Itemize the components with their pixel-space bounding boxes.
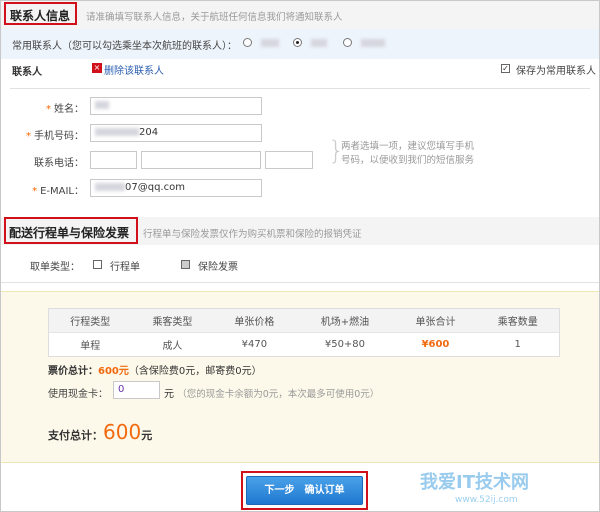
cash-card-input[interactable]: 0 <box>113 381 160 399</box>
contact-hint: 请准确填写联系人信息，关于航班任何信息我们将通知联系人 <box>86 12 343 23</box>
cell-passenger-type: 成人 <box>162 341 183 352</box>
col-trip-type: 行程类型 <box>70 317 111 328</box>
cell-subtotal: ¥600 <box>421 339 450 350</box>
frequent-contact-name-1 <box>261 39 279 47</box>
frequent-contact-name-3 <box>361 39 385 47</box>
ticket-total: 票价总计：600元（含保险费0元，邮寄费0元） <box>48 366 262 377</box>
watermark-name: 我爱IT技术网 <box>420 472 529 493</box>
col-unit-price: 单张价格 <box>234 317 275 328</box>
next-confirm-order-button[interactable]: 下一步 确认订单 <box>246 476 363 505</box>
mobile-input[interactable]: 204 <box>90 124 262 142</box>
col-passenger-count: 乘客数量 <box>497 317 538 328</box>
cell-passenger-count: 1 <box>514 339 521 350</box>
cell-unit-price: ¥470 <box>241 339 268 350</box>
frequent-contact-radio-1[interactable] <box>243 38 252 47</box>
frequent-contact-radio-2[interactable] <box>293 38 302 47</box>
phone-label: 联系电话： <box>34 158 84 169</box>
watermark-url: www.52ij.com <box>455 495 518 505</box>
frequent-contact-radio-3[interactable] <box>343 38 352 47</box>
cell-trip-type: 单程 <box>80 341 101 352</box>
delivery-title: 配送行程单与保险发票 <box>9 226 130 240</box>
frequent-contact-name-2 <box>311 39 327 47</box>
cash-card-label: 使用现金卡： <box>48 389 108 400</box>
divider <box>10 88 590 89</box>
itinerary-checkbox[interactable] <box>93 260 102 269</box>
frequent-contacts-label: 常用联系人（您可以勾选乘坐本次航班的联系人）： <box>12 41 237 52</box>
cell-tax-fuel: ¥50+80 <box>324 339 366 350</box>
phone-number-input[interactable] <box>141 151 261 169</box>
mobile-label: * 手机号码： <box>26 131 84 142</box>
col-passenger-type: 乘客类型 <box>152 317 193 328</box>
phone-area-input[interactable] <box>90 151 137 169</box>
delete-icon[interactable]: × <box>92 63 102 73</box>
name-input[interactable] <box>90 97 262 115</box>
col-subtotal: 单张合计 <box>415 317 456 328</box>
save-contact-checkbox[interactable]: ✓ <box>501 64 510 73</box>
save-contact-label: 保存为常用联系人 <box>516 66 596 77</box>
name-label: * 姓名： <box>46 104 84 115</box>
pay-total: 支付总计：600元 <box>48 420 153 444</box>
contact-label: 联系人 <box>12 67 42 78</box>
contact-tip: 两者选填一项，建议您填写手机 号码，以便收到我们的短信服务 <box>341 141 475 166</box>
insurance-invoice-label: 保险发票 <box>198 262 238 273</box>
itinerary-label: 行程单 <box>110 262 140 273</box>
divider <box>1 282 599 283</box>
delete-contact-link[interactable]: 删除该联系人 <box>104 62 164 77</box>
col-tax-fuel: 机场+燃油 <box>320 317 370 328</box>
cash-card-note: 元 （您的现金卡余额为0元，本次最多可使用0元） <box>164 389 380 400</box>
contact-title: 联系人信息 <box>10 9 71 23</box>
price-table: 行程类型 乘客类型 单张价格 机场+燃油 单张合计 乘客数量 单程 成人 ¥47… <box>48 308 560 357</box>
insurance-invoice-checkbox[interactable] <box>181 260 190 269</box>
table-row: 单程 成人 ¥470 ¥50+80 ¥600 1 <box>48 332 560 357</box>
price-table-header: 行程类型 乘客类型 单张价格 机场+燃油 单张合计 乘客数量 <box>48 308 560 333</box>
delivery-hint: 行程单与保险发票仅作为购买机票和保险的报销凭证 <box>143 229 362 240</box>
delivery-type-label: 取单类型： <box>30 262 80 273</box>
email-input[interactable]: 07@qq.com <box>90 179 262 197</box>
phone-ext-input[interactable] <box>265 151 313 169</box>
email-label: * E-MAIL： <box>32 186 84 197</box>
